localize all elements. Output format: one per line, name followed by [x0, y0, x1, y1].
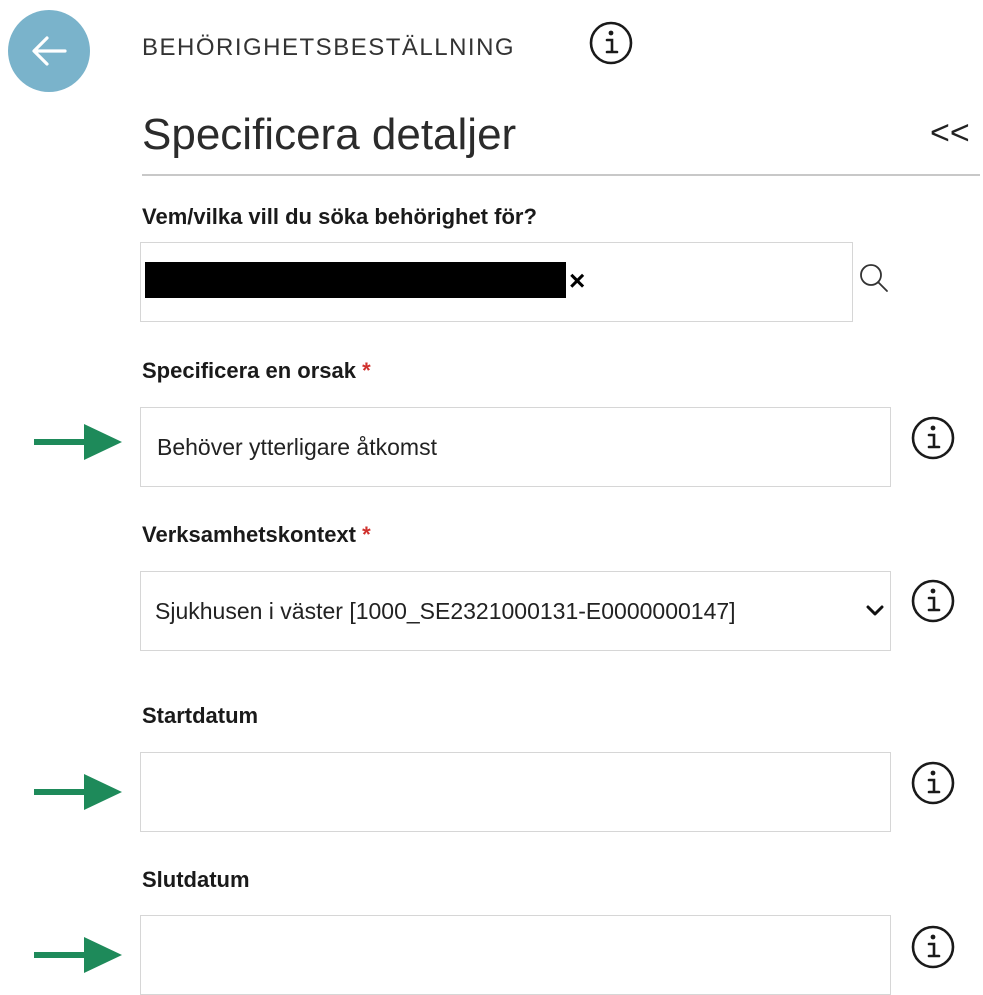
start-date-label: Startdatum: [142, 703, 258, 729]
arrow-right-icon: [34, 774, 122, 810]
context-label: Verksamhetskontext *: [142, 522, 371, 548]
end-date-label-text: Slutdatum: [142, 867, 250, 892]
search-icon[interactable]: [856, 260, 892, 296]
back-button[interactable]: [8, 10, 90, 92]
end-date-info-icon[interactable]: [910, 924, 956, 970]
page-title: Specificera detaljer: [142, 110, 517, 159]
clear-selection-button[interactable]: ×: [569, 263, 593, 299]
reason-input[interactable]: [140, 407, 891, 487]
required-asterisk: *: [362, 358, 371, 383]
info-icon[interactable]: [588, 20, 634, 66]
context-label-text: Verksamhetskontext: [142, 522, 356, 547]
context-select[interactable]: Sjukhusen i väster [1000_SE2321000131-E0…: [140, 571, 891, 651]
reason-label-text: Specificera en orsak: [142, 358, 357, 383]
end-date-input[interactable]: [140, 915, 891, 995]
start-date-label-text: Startdatum: [142, 703, 259, 728]
end-date-label: Slutdatum: [142, 867, 250, 893]
arrow-right-icon: [34, 937, 122, 973]
arrow-right-icon: [34, 424, 122, 460]
who-label-text: Vem/vilka vill du söka behörighet för?: [142, 204, 537, 229]
collapse-panel-button[interactable]: <<: [930, 114, 970, 153]
redacted-user-name: [145, 262, 566, 298]
context-info-icon[interactable]: [910, 578, 956, 624]
required-asterisk: *: [362, 522, 371, 547]
start-date-info-icon[interactable]: [910, 760, 956, 806]
arrow-left-icon: [32, 36, 67, 66]
app-title: BEHÖRIGHETSBESTÄLLNING: [142, 34, 516, 61]
reason-info-icon[interactable]: [910, 415, 956, 461]
start-date-input[interactable]: [140, 752, 891, 832]
who-label: Vem/vilka vill du söka behörighet för?: [142, 204, 537, 230]
reason-label: Specificera en orsak *: [142, 358, 371, 384]
title-divider: [142, 174, 980, 176]
